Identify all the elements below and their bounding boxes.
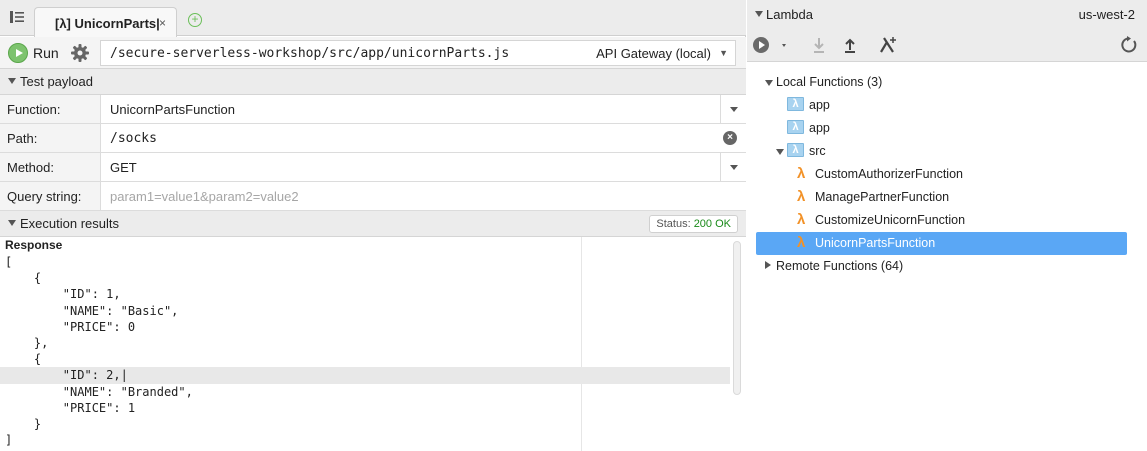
function-select[interactable]: UnicornPartsFunction: [110, 102, 235, 117]
vertical-scrollbar[interactable]: [733, 241, 741, 395]
region-label: us-west-2: [1078, 7, 1135, 22]
query-string-label: Query string:: [0, 182, 101, 210]
lambda-run-icon[interactable]: [752, 35, 788, 55]
tree-item-remote-functions[interactable]: Remote Functions (64): [755, 255, 1135, 278]
status-prefix: Status:: [656, 218, 694, 230]
function-label: CustomAuthorizerFunction: [815, 167, 963, 181]
refresh-icon[interactable]: [1119, 35, 1139, 55]
test-payload-title: Test payload: [20, 74, 93, 89]
clear-icon[interactable]: ×: [723, 131, 737, 145]
lambda-panel: Lambda us-west-2 Local Functions (3) λ a…: [747, 0, 1147, 451]
lambda-icon: λ: [797, 165, 806, 182]
tree-item-function-selected[interactable]: λ UnicornPartsFunction: [756, 232, 1127, 255]
code-line: [: [5, 255, 13, 269]
collapse-triangle-icon: [8, 220, 16, 226]
query-string-row: Query string: param1=value1&param2=value…: [0, 182, 746, 211]
local-functions-label: Local Functions (3): [776, 75, 883, 89]
collapsed-triangle-icon: [765, 261, 771, 269]
method-label: Method:: [0, 153, 101, 181]
run-icon: [8, 43, 28, 63]
tree-item-local-functions[interactable]: Local Functions (3): [755, 71, 1135, 94]
tab-list-icon[interactable]: [10, 11, 24, 23]
path-row: Path: /socks ×: [0, 124, 746, 153]
close-icon[interactable]: ×: [159, 16, 166, 30]
execution-results-header[interactable]: Execution results Status: 200 OK: [0, 211, 746, 237]
add-tab-icon[interactable]: +: [188, 13, 202, 27]
tree-item-app[interactable]: λ app: [755, 94, 1135, 117]
function-tree: Local Functions (3) λ app λ app λ src λ …: [747, 62, 1147, 451]
response-code[interactable]: [ { "ID": 1, "NAME": "Basic", "PRICE": 0…: [0, 254, 730, 448]
lambda-icon: λ: [797, 234, 806, 251]
upload-icon[interactable]: [840, 35, 860, 55]
chevron-down-icon[interactable]: [720, 153, 746, 181]
tree-item-app[interactable]: λ app: [755, 117, 1135, 140]
expand-triangle-icon: [765, 80, 773, 86]
code-line: "PRICE": 0: [5, 319, 136, 334]
code-line: {: [5, 352, 42, 367]
editor-pane: [λ] UnicornParts| × + Run /secure-server…: [0, 0, 746, 451]
code-line: }: [5, 416, 42, 431]
code-line: "PRICE": 1: [5, 400, 136, 415]
run-mode-select[interactable]: API Gateway (local): [596, 46, 711, 61]
file-path: /secure-serverless-workshop/src/app/unic…: [110, 46, 510, 61]
test-payload-header[interactable]: Test payload: [0, 69, 746, 95]
tab-bar: [λ] UnicornParts| × +: [0, 0, 746, 37]
folder-icon: λ: [787, 143, 804, 157]
status-badge: Status: 200 OK: [649, 215, 738, 233]
function-label: ManagePartnerFunction: [815, 190, 950, 204]
chevron-down-icon[interactable]: ▼: [719, 48, 728, 58]
method-row: Method: GET: [0, 153, 746, 182]
run-label: Run: [33, 45, 59, 61]
response-viewer[interactable]: Response [ { "ID": 1, "NAME": "Basic", "…: [0, 237, 746, 451]
download-icon[interactable]: [809, 35, 829, 55]
execution-results-title: Execution results: [20, 216, 119, 231]
code-line: "ID": 1,: [5, 287, 121, 302]
path-input[interactable]: /socks: [110, 131, 157, 146]
folder-icon: λ: [787, 120, 804, 134]
tree-item-src[interactable]: λ src: [755, 140, 1135, 163]
function-label: Function:: [0, 95, 101, 123]
code-line-active: "ID": 2,|: [0, 367, 730, 384]
response-title: Response: [5, 238, 63, 252]
collapse-triangle-icon: [755, 11, 763, 17]
collapse-triangle-icon: [8, 78, 16, 84]
code-line: ]: [5, 433, 13, 448]
status-value: 200 OK: [693, 218, 731, 230]
folder-label: src: [809, 144, 826, 158]
folder-icon: λ: [787, 97, 804, 111]
folder-label: app: [809, 98, 830, 112]
gear-icon[interactable]: [70, 43, 90, 63]
remote-functions-label: Remote Functions (64): [776, 259, 904, 273]
chevron-down-icon[interactable]: [720, 95, 746, 123]
run-toolbar: Run /secure-serverless-workshop/src/app/…: [0, 37, 746, 69]
tab-title: [λ] UnicornParts|: [55, 16, 160, 31]
tree-item-function[interactable]: λ CustomAuthorizerFunction: [755, 163, 1135, 186]
path-label: Path:: [0, 124, 101, 152]
tab-unicornparts[interactable]: [λ] UnicornParts| ×: [34, 7, 177, 37]
method-select[interactable]: GET: [110, 160, 137, 175]
query-string-input[interactable]: param1=value1&param2=value2: [110, 189, 299, 204]
lambda-title: Lambda: [766, 7, 813, 22]
lambda-icon: λ: [797, 211, 806, 228]
create-lambda-icon[interactable]: [878, 35, 898, 55]
function-row: Function: UnicornPartsFunction: [0, 95, 746, 124]
code-line: "NAME": "Basic",: [5, 303, 179, 318]
lambda-toolbar: [747, 28, 1147, 62]
code-line: "NAME": "Branded",: [5, 384, 193, 399]
tree-item-function[interactable]: λ ManagePartnerFunction: [755, 186, 1135, 209]
lambda-header[interactable]: Lambda us-west-2: [747, 0, 1147, 28]
expand-triangle-icon: [776, 149, 784, 155]
code-line: },: [5, 335, 49, 350]
file-path-field[interactable]: /secure-serverless-workshop/src/app/unic…: [100, 40, 736, 66]
code-line: {: [5, 271, 42, 286]
tree-item-function[interactable]: λ CustomizeUnicornFunction: [755, 209, 1135, 232]
folder-label: app: [809, 121, 830, 135]
function-label: UnicornPartsFunction: [815, 236, 936, 250]
function-label: CustomizeUnicornFunction: [815, 213, 966, 227]
lambda-icon: λ: [797, 188, 806, 205]
